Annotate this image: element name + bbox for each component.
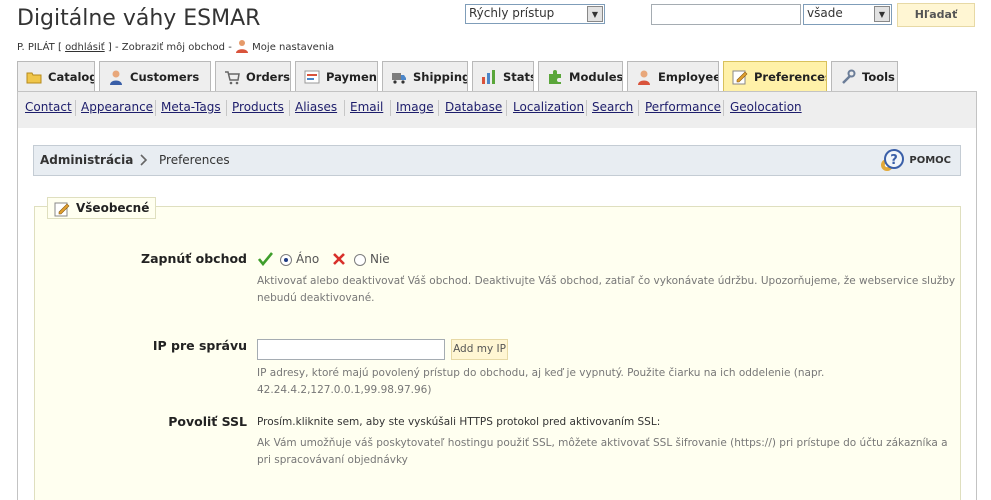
subnav-aliases[interactable]: Aliases (295, 100, 337, 114)
enable-shop-hint: Aktivovať alebo deaktivovať Váš obchod. … (257, 275, 956, 304)
chevron-right-icon (138, 154, 150, 166)
subnav-separator (75, 100, 76, 116)
tab-customers[interactable]: Customers (99, 61, 211, 91)
enable-shop-label: Zapnúť obchod (141, 251, 247, 266)
tab-tools[interactable]: Tools (831, 61, 898, 91)
subnav-contact[interactable]: Contact (25, 100, 72, 114)
fieldset-legend: Všeobecné (47, 197, 157, 219)
tab-label: Employees (658, 70, 718, 84)
tab-label: Modules (569, 70, 623, 84)
chevron-down-icon: ▼ (874, 6, 890, 22)
enable-ssl-hint: Ak Vám umožňuje váš poskytovateľ hosting… (257, 437, 948, 466)
enable-shop-yes-label[interactable]: Áno (296, 252, 319, 266)
search-scope-value: všade (807, 6, 843, 20)
orders-icon (224, 69, 240, 85)
maintenance-ip-input[interactable] (257, 339, 445, 360)
stats-icon (481, 69, 497, 85)
tab-shipping[interactable]: Shipping (382, 61, 468, 91)
search-button[interactable]: Hľadať (897, 3, 975, 27)
tab-stats[interactable]: Stats (472, 61, 534, 91)
cross-icon (332, 252, 346, 269)
tab-label: Stats (503, 70, 534, 84)
my-settings-link[interactable]: Moje nastavenia (252, 42, 334, 53)
tab-label: Shipping (413, 70, 468, 84)
maintenance-ip-hint: IP adresy, ktoré majú povolený prístup d… (257, 367, 825, 396)
subnav-separator (155, 100, 156, 116)
help-label: POMOC (909, 155, 951, 166)
subnav-search[interactable]: Search (592, 100, 633, 114)
subnav-separator (289, 100, 290, 116)
subnav-geolocation[interactable]: Geolocation (730, 100, 802, 114)
breadcrumb-root[interactable]: Administrácia (40, 153, 133, 167)
subnav-image[interactable]: Image (396, 100, 434, 114)
legend-icon (54, 202, 70, 217)
chevron-down-icon: ▼ (587, 6, 603, 22)
employees-icon (636, 69, 652, 85)
subnav-separator (438, 100, 439, 116)
tab-label: Catalog (48, 70, 95, 84)
quick-access-select[interactable]: Rýchly prístup ▼ (465, 4, 605, 24)
tab-orders[interactable]: Orders (215, 61, 291, 91)
tab-label: Orders (246, 70, 290, 84)
breadcrumb-current: Preferences (159, 153, 230, 167)
shop-title: Digitálne váhy ESMAR (17, 6, 261, 31)
maintenance-ip-label: IP pre správu (152, 338, 247, 353)
subnav-separator (586, 100, 587, 116)
enable-shop-no-label[interactable]: Nie (370, 252, 390, 266)
tab-label: Preferences (754, 70, 827, 84)
subnav-separator (723, 100, 724, 116)
subnav-separator (226, 100, 227, 116)
customers-icon (108, 69, 124, 85)
user-icon (235, 39, 249, 56)
add-my-ip-button[interactable]: Add my IP (451, 339, 508, 360)
quick-access-value: Rýchly prístup (469, 6, 555, 20)
ssl-test-link[interactable]: Prosím.kliknite sem, aby ste vyskúšali H… (257, 416, 660, 428)
catalog-icon (26, 69, 42, 85)
subnav-localization[interactable]: Localization (513, 100, 584, 114)
search-input[interactable] (651, 4, 801, 25)
subnav-separator (344, 100, 345, 116)
subnav-separator (506, 100, 507, 116)
svg-text:?: ? (891, 153, 899, 168)
tools-icon (840, 69, 856, 85)
logout-link[interactable]: odhlásiť (65, 42, 105, 53)
tab-payment[interactable]: Payment (295, 61, 378, 91)
preferences-subnav: Contact Appearance Meta-Tags Products Al… (17, 91, 977, 129)
subnav-products[interactable]: Products (232, 100, 284, 114)
help-icon: ? (881, 149, 905, 171)
tab-catalog[interactable]: Catalog (17, 61, 95, 91)
check-icon (257, 252, 274, 269)
tab-preferences[interactable]: Preferences (723, 61, 827, 91)
breadcrumb: Administrácia Preferences ? POMOC (33, 145, 961, 176)
subnav-meta-tags[interactable]: Meta-Tags (161, 100, 221, 114)
preferences-icon (732, 69, 748, 85)
subnav-performance[interactable]: Performance (645, 100, 721, 114)
tab-label: Tools (862, 70, 895, 84)
search-scope-select[interactable]: všade ▼ (803, 4, 892, 25)
subnav-email[interactable]: Email (350, 100, 383, 114)
subnav-separator (638, 100, 639, 116)
help-button[interactable]: ? POMOC (878, 149, 951, 173)
enable-shop-yes-radio[interactable] (280, 254, 292, 266)
view-shop-link[interactable]: ] - Zobraziť môj obchod - (108, 42, 232, 53)
tab-modules[interactable]: Modules (538, 61, 623, 91)
subnav-database[interactable]: Database (445, 100, 502, 114)
tab-employees[interactable]: Employees (627, 61, 719, 91)
modules-icon (547, 69, 563, 85)
shipping-icon (391, 69, 407, 85)
user-bar: P. PILÁT [ odhlásiť ] - Zobraziť môj obc… (17, 39, 334, 56)
subnav-separator (390, 100, 391, 116)
tab-label: Customers (130, 70, 200, 84)
payment-icon (304, 69, 320, 85)
fieldset-legend-label: Všeobecné (76, 201, 150, 215)
enable-shop-no-radio[interactable] (354, 254, 366, 266)
user-name: P. PILÁT [ (17, 42, 62, 53)
subnav-appearance[interactable]: Appearance (81, 100, 153, 114)
tab-label: Payment (326, 70, 378, 84)
enable-ssl-label: Povoliť SSL (168, 414, 247, 429)
